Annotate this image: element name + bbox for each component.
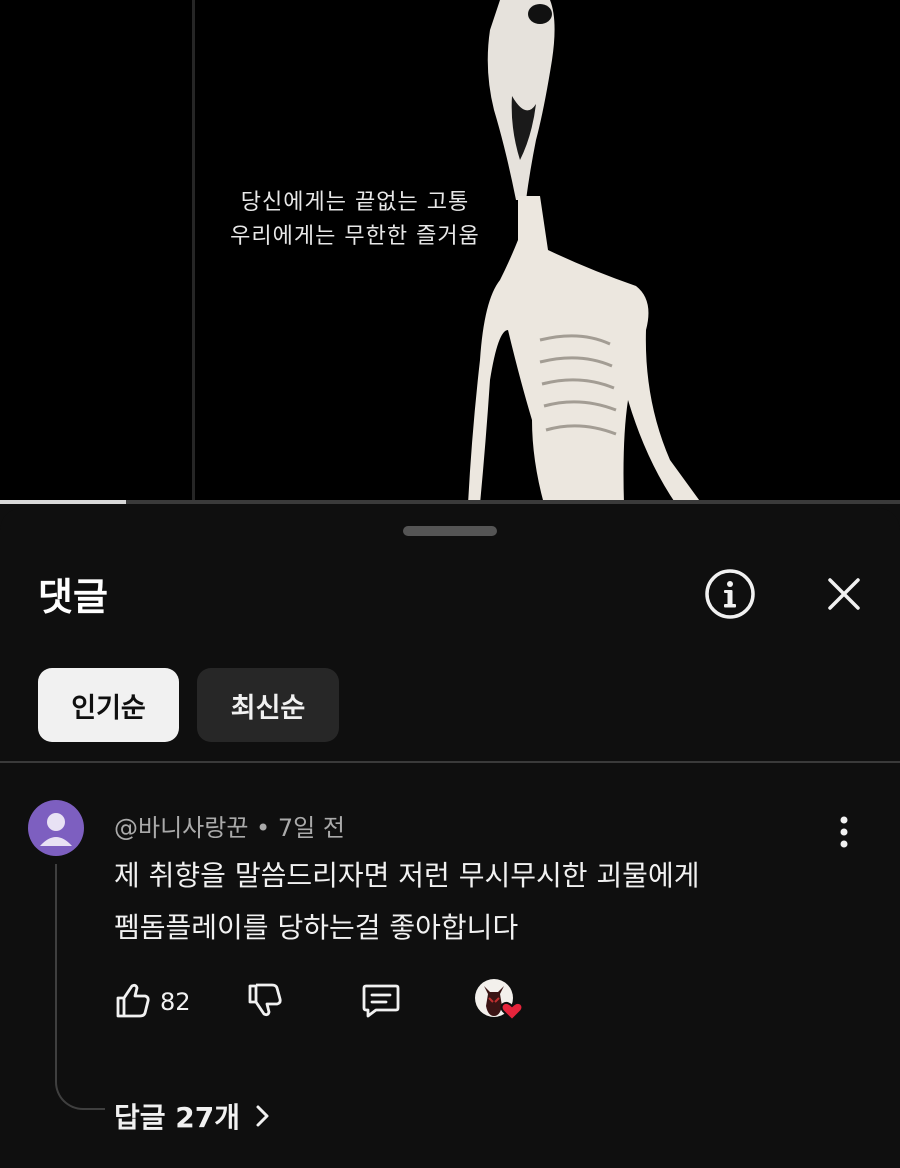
divider [0, 761, 900, 763]
avatar[interactable] [28, 800, 84, 856]
like-button[interactable] [112, 980, 152, 1024]
close-button[interactable] [818, 568, 870, 620]
video-frame-figure [468, 0, 702, 504]
sheet-drag-handle[interactable] [403, 526, 497, 536]
replies-button[interactable]: 답글 27개 [114, 1096, 272, 1136]
video-progress-fill [0, 500, 126, 504]
video-subtitle-line: 우리에게는 무한한 즐거움 [230, 224, 480, 249]
video-player[interactable]: 당신에게는 끝없는 고통 우리에게는 무한한 즐거움 [0, 0, 900, 504]
comment-more-button[interactable] [826, 812, 862, 852]
chevron-right-icon [256, 1105, 269, 1127]
video-frame-line [192, 0, 195, 504]
comment-text-line: 제 취향을 말씀드리자면 저런 무시무시한 괴물에게 [114, 859, 700, 892]
comment-author[interactable]: @바니사랑꾼 [114, 814, 248, 842]
comments-sheet: 댓글 인기순 최신순 @바니사랑꾼 • 7일 전 제 취향을 말씀드리자면 저런… [0, 508, 900, 1168]
comments-title: 댓글 [38, 575, 108, 619]
comment-meta: @바니사랑꾼 • 7일 전 [114, 808, 345, 843]
more-vertical-icon [840, 816, 848, 848]
video-progress-bar[interactable] [0, 500, 900, 504]
info-button[interactable] [704, 568, 756, 620]
replies-label: 답글 27개 [114, 1101, 240, 1134]
reply-button[interactable] [360, 980, 402, 1024]
video-subtitle-line: 당신에게는 끝없는 고통 [240, 190, 470, 215]
thumbs-up-icon [116, 983, 150, 1018]
dislike-button[interactable] [244, 980, 284, 1024]
info-icon [705, 569, 755, 619]
like-count: 82 [160, 988, 191, 1016]
thumbs-down-icon [248, 983, 282, 1017]
sort-chip-top[interactable]: 인기순 [38, 668, 179, 742]
comment-reply-icon [362, 984, 400, 1018]
meta-separator: • [256, 814, 278, 842]
default-user-icon [40, 813, 72, 846]
creator-heart-badge [474, 976, 528, 1030]
creator-avatar-heart-icon [475, 979, 524, 1022]
reply-thread-line [55, 864, 105, 1110]
comment-text-line: 펨돔플레이를 당하는걸 좋아합니다 [114, 911, 519, 944]
sort-chip-newest[interactable]: 최신순 [197, 668, 339, 742]
close-icon [828, 578, 860, 610]
comment-time: 7일 전 [277, 814, 345, 842]
